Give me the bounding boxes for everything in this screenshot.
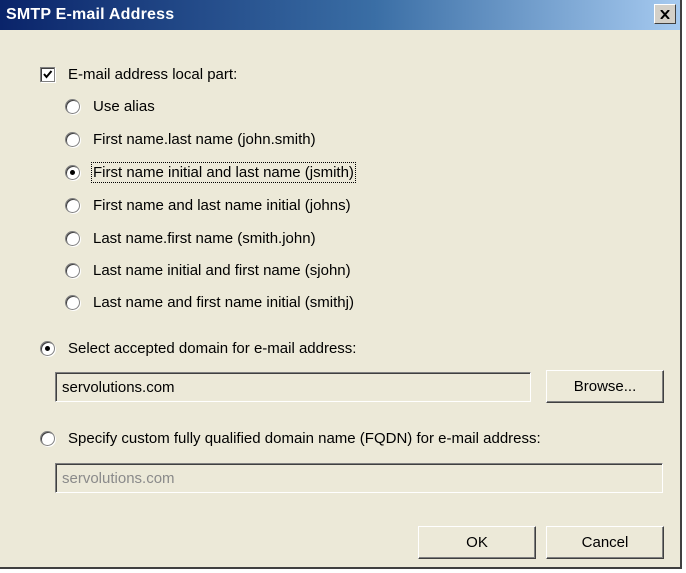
accepted-domain-field[interactable]: servolutions.com: [55, 372, 531, 402]
ok-button-label: OK: [466, 534, 488, 551]
radio-button[interactable]: [40, 431, 55, 446]
radio-button[interactable]: [65, 132, 80, 147]
accepted-domain-label: Select accepted domain for e-mail addres…: [68, 340, 357, 357]
close-button[interactable]: [654, 4, 676, 24]
radio-button[interactable]: [65, 231, 80, 246]
browse-button-label: Browse...: [573, 378, 637, 395]
radio-button-selected[interactable]: [65, 165, 80, 180]
radio-label: Use alias: [93, 98, 155, 115]
cancel-button-label: Cancel: [581, 534, 629, 551]
radio-initial-last[interactable]: First name initial and last name (jsmith…: [65, 162, 356, 183]
radio-button-selected[interactable]: [40, 341, 55, 356]
radio-button[interactable]: [65, 99, 80, 114]
radio-button[interactable]: [65, 198, 80, 213]
radio-button[interactable]: [65, 295, 80, 310]
radio-last-initial-first[interactable]: Last name initial and first name (sjohn): [65, 262, 351, 279]
radio-use-alias[interactable]: Use alias: [65, 98, 155, 115]
title-bar[interactable]: SMTP E-mail Address: [0, 0, 680, 30]
radio-custom-fqdn[interactable]: Specify custom fully qualified domain na…: [40, 430, 541, 447]
ok-button[interactable]: OK: [418, 526, 536, 559]
dialog-title: SMTP E-mail Address: [6, 6, 175, 23]
radio-last-dot-first[interactable]: Last name.first name (smith.john): [65, 230, 316, 247]
radio-label: First name and last name initial (johns): [93, 197, 351, 214]
local-part-checkbox-row[interactable]: E-mail address local part:: [40, 66, 237, 83]
browse-button[interactable]: Browse...: [546, 370, 664, 403]
radio-first-dot-last[interactable]: First name.last name (john.smith): [65, 131, 316, 148]
smtp-email-address-dialog: SMTP E-mail Address E-mail address local…: [0, 0, 682, 569]
local-part-label: E-mail address local part:: [68, 66, 238, 83]
cancel-button[interactable]: Cancel: [546, 526, 664, 559]
checkmark-icon: [43, 70, 53, 79]
radio-last-first-initial[interactable]: Last name and first name initial (smithj…: [65, 294, 354, 311]
local-part-checkbox[interactable]: [40, 67, 55, 82]
custom-fqdn-label: Specify custom fully qualified domain na…: [68, 430, 541, 447]
close-icon: [660, 9, 670, 19]
radio-accepted-domain[interactable]: Select accepted domain for e-mail addres…: [40, 340, 356, 357]
radio-first-last-initial[interactable]: First name and last name initial (johns): [65, 197, 351, 214]
custom-fqdn-field[interactable]: servolutions.com: [55, 463, 663, 493]
radio-label: First name.last name (john.smith): [93, 131, 316, 148]
radio-button[interactable]: [65, 263, 80, 278]
radio-label: Last name.first name (smith.john): [93, 230, 316, 247]
radio-label: Last name initial and first name (sjohn): [93, 262, 351, 279]
radio-label: First name initial and last name (jsmith…: [91, 162, 356, 183]
radio-label: Last name and first name initial (smithj…: [93, 294, 354, 311]
